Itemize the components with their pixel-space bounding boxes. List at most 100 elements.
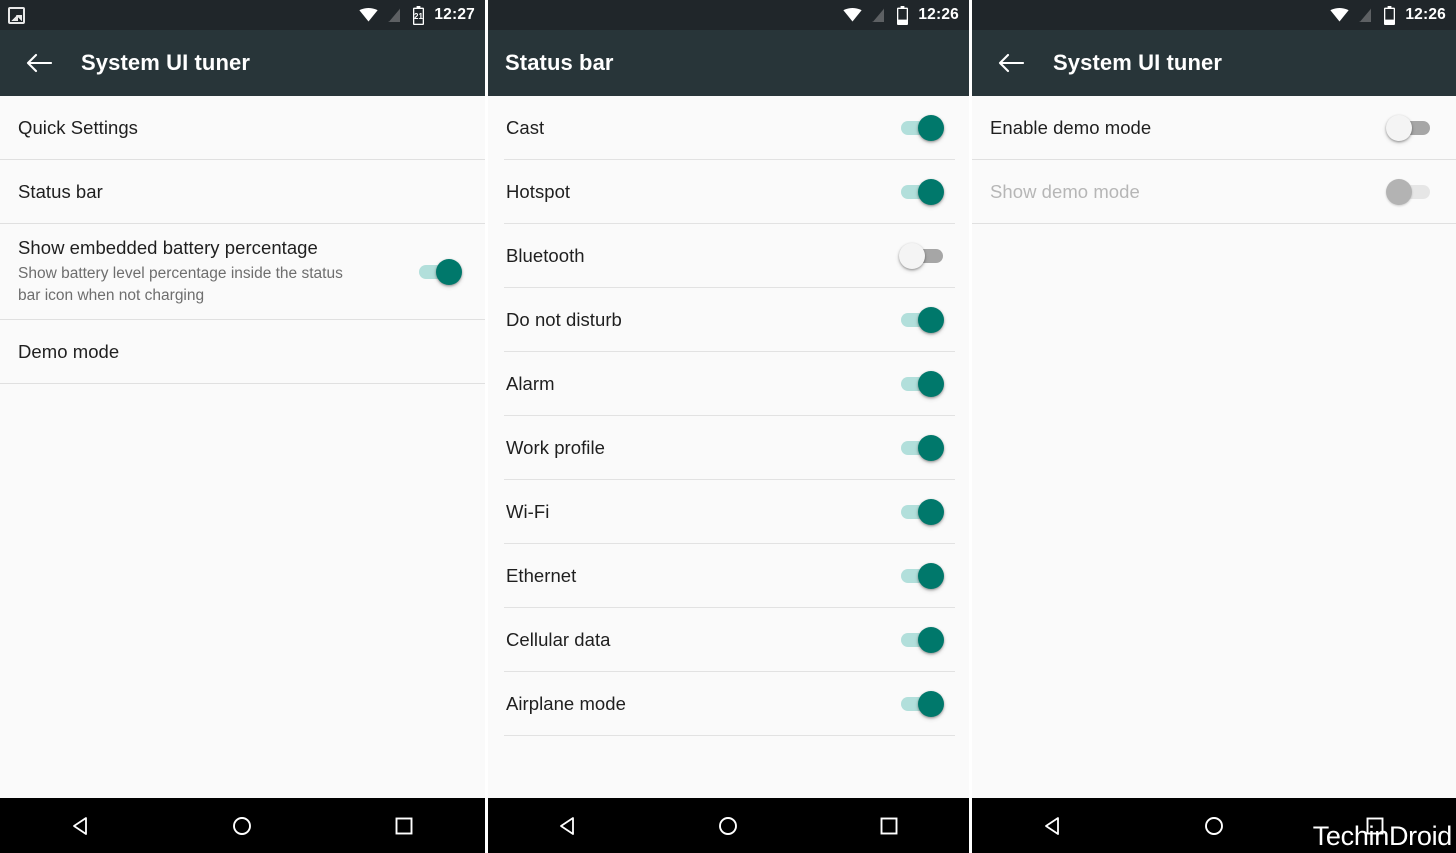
toggle-thumb xyxy=(918,307,944,333)
wifi-icon xyxy=(1330,8,1349,22)
back-button[interactable] xyxy=(994,46,1028,80)
toggle-bluetooth[interactable] xyxy=(897,240,949,272)
toggle-thumb xyxy=(899,243,925,269)
list-item-wi-fi[interactable]: Wi-Fi xyxy=(488,480,969,544)
list-item-hotspot[interactable]: Hotspot xyxy=(488,160,969,224)
app-bar: System UI tuner xyxy=(972,30,1456,96)
status-bar-system-icons: 21 12:27 xyxy=(359,5,475,25)
status-bar-system-icons: 12:26 xyxy=(1330,5,1446,25)
toggle-thumb xyxy=(1386,114,1412,141)
list-item-show-demo-mode: Show demo mode xyxy=(972,160,1456,224)
phone-screen-system-ui-tuner: 21 12:27 System UI tuner Quick Settings xyxy=(0,0,485,853)
page-title: System UI tuner xyxy=(81,50,250,75)
list-item-title: Enable demo mode xyxy=(990,116,1152,138)
back-nav-icon[interactable] xyxy=(538,798,598,853)
toggle-show-demo-mode xyxy=(1384,176,1436,208)
list-item-do-not-disturb[interactable]: Do not disturb xyxy=(488,288,969,352)
list-item-ethernet[interactable]: Ethernet xyxy=(488,544,969,608)
list-item-title: Bluetooth xyxy=(506,245,585,267)
app-bar: Status bar xyxy=(488,30,969,96)
battery-icon xyxy=(896,5,909,25)
recents-nav-icon[interactable] xyxy=(1345,798,1405,853)
list-item-subtitle: Show battery level percentage inside the… xyxy=(18,265,343,305)
toggle-wi-fi[interactable] xyxy=(897,496,949,528)
list-item-title: Airplane mode xyxy=(506,693,626,715)
toggle-airplane-mode[interactable] xyxy=(897,688,949,720)
list-item-title: Status bar xyxy=(18,180,103,202)
svg-text:21: 21 xyxy=(414,12,423,21)
status-bar-system-icons: 12:26 xyxy=(843,5,959,25)
toggle-thumb xyxy=(918,627,944,653)
list-item-title: Hotspot xyxy=(506,181,571,203)
status-bar: 21 12:27 xyxy=(0,0,485,30)
status-bar: 12:26 xyxy=(972,0,1456,30)
list-item-cast[interactable]: Cast xyxy=(488,96,969,160)
page-title: Status bar xyxy=(505,50,614,75)
phone-screen-demo-mode: 12:26 System UI tuner Enable demo mode S… xyxy=(972,0,1456,853)
list-item-title: Cellular data xyxy=(506,629,611,651)
back-button[interactable] xyxy=(22,46,56,80)
list-item-title: Demo mode xyxy=(18,340,120,362)
toggle-thumb xyxy=(1386,178,1412,205)
list-item-title: Show embedded battery percentage xyxy=(18,236,318,258)
status-bar-clock: 12:27 xyxy=(434,6,475,24)
list-item-cellular-data[interactable]: Cellular data xyxy=(488,608,969,672)
demo-mode-list: Enable demo mode Show demo mode xyxy=(972,96,1456,798)
list-item-title: Wi-Fi xyxy=(506,501,550,523)
back-nav-icon[interactable] xyxy=(51,798,111,853)
toggle-cast[interactable] xyxy=(897,112,949,144)
signal-off-icon xyxy=(871,7,887,23)
app-bar: System UI tuner xyxy=(0,30,485,96)
toggle-thumb xyxy=(918,499,944,525)
list-item-quick-settings[interactable]: Quick Settings xyxy=(0,96,485,160)
toggle-enable-demo-mode[interactable] xyxy=(1384,112,1436,144)
toggle-ethernet[interactable] xyxy=(897,560,949,592)
toggle-thumb xyxy=(918,115,944,141)
status-bar-clock: 12:26 xyxy=(918,6,959,24)
toggle-thumb xyxy=(436,258,462,285)
home-nav-icon[interactable] xyxy=(212,798,272,853)
status-bar-toggle-list: Cast Hotspot Bluetooth Do not disturb Al… xyxy=(488,96,969,798)
signal-off-icon xyxy=(1358,7,1374,23)
list-item-title: Do not disturb xyxy=(506,309,622,331)
toggle-thumb xyxy=(918,691,944,717)
list-item-title: Alarm xyxy=(506,373,555,395)
toggle-hotspot[interactable] xyxy=(897,176,949,208)
navigation-bar xyxy=(0,798,485,853)
list-item-demo-mode[interactable]: Demo mode xyxy=(0,320,485,384)
toggle-do-not-disturb[interactable] xyxy=(897,304,949,336)
settings-list: Quick Settings Status bar Show embedded … xyxy=(0,96,485,798)
list-item-enable-demo-mode[interactable]: Enable demo mode xyxy=(972,96,1456,160)
toggle-thumb xyxy=(918,435,944,461)
list-item-status-bar[interactable]: Status bar xyxy=(0,160,485,224)
signal-off-icon xyxy=(387,7,403,23)
toggle-cellular-data[interactable] xyxy=(897,624,949,656)
battery-icon xyxy=(1383,5,1396,25)
list-item-title: Work profile xyxy=(506,437,605,459)
page-title: System UI tuner xyxy=(1053,50,1222,75)
back-nav-icon[interactable] xyxy=(1023,798,1083,853)
list-item-show-embedded-battery-percentage[interactable]: Show embedded battery percentage Show ba… xyxy=(0,224,485,320)
toggle-thumb xyxy=(918,179,944,205)
list-item-title: Quick Settings xyxy=(18,116,138,138)
toggle-work-profile[interactable] xyxy=(897,432,949,464)
toggle-show-embedded-battery-percentage[interactable] xyxy=(415,256,467,288)
battery-21-icon: 21 xyxy=(412,5,425,25)
navigation-bar: TechinDroid xyxy=(972,798,1456,853)
list-item-bluetooth[interactable]: Bluetooth xyxy=(488,224,969,288)
toggle-alarm[interactable] xyxy=(897,368,949,400)
home-nav-icon[interactable] xyxy=(1184,798,1244,853)
list-item-airplane-mode[interactable]: Airplane mode xyxy=(488,672,969,736)
three-panel-screenshot-strip: 21 12:27 System UI tuner Quick Settings xyxy=(0,0,1456,853)
list-item-work-profile[interactable]: Work profile xyxy=(488,416,969,480)
recents-nav-icon[interactable] xyxy=(374,798,434,853)
toggle-thumb xyxy=(918,371,944,397)
recents-nav-icon[interactable] xyxy=(859,798,919,853)
status-bar-clock: 12:26 xyxy=(1405,6,1446,24)
list-item-title: Cast xyxy=(506,117,545,139)
home-nav-icon[interactable] xyxy=(698,798,758,853)
list-item-title: Ethernet xyxy=(506,565,577,587)
list-item-alarm[interactable]: Alarm xyxy=(488,352,969,416)
screenshot-image-icon xyxy=(8,6,25,24)
navigation-bar xyxy=(488,798,969,853)
